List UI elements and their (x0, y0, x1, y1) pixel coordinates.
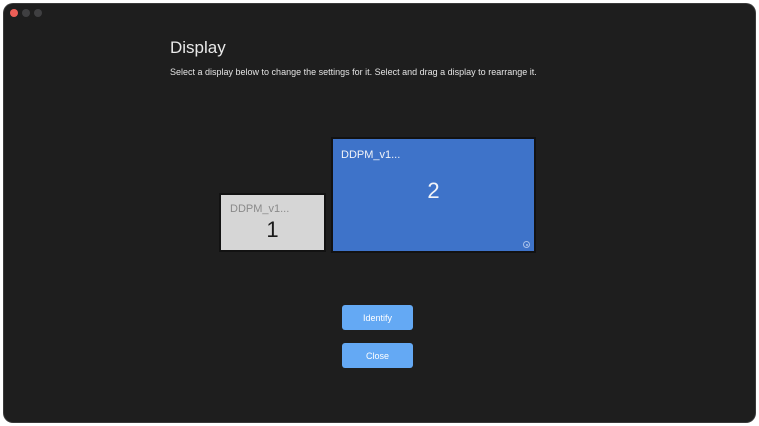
display-name-label: DDPM_v1... (341, 149, 401, 161)
display-name-label: DDPM_v1... (230, 203, 290, 215)
display-tile-2[interactable]: DDPM_v1... 2 (331, 137, 536, 253)
display-number: 1 (266, 217, 279, 242)
settings-badge-icon (523, 241, 530, 248)
close-button[interactable]: Close (342, 343, 413, 368)
page-subtitle: Select a display below to change the set… (170, 67, 537, 77)
minimize-window-icon[interactable] (22, 9, 30, 17)
close-window-icon[interactable] (10, 9, 18, 17)
maximize-window-icon[interactable] (34, 9, 42, 17)
identify-button[interactable]: Identify (342, 305, 413, 330)
page-title: Display (170, 38, 226, 57)
window-controls (10, 9, 42, 17)
display-number: 2 (427, 178, 440, 203)
display-tile-1[interactable]: DDPM_v1... 1 (219, 193, 326, 252)
